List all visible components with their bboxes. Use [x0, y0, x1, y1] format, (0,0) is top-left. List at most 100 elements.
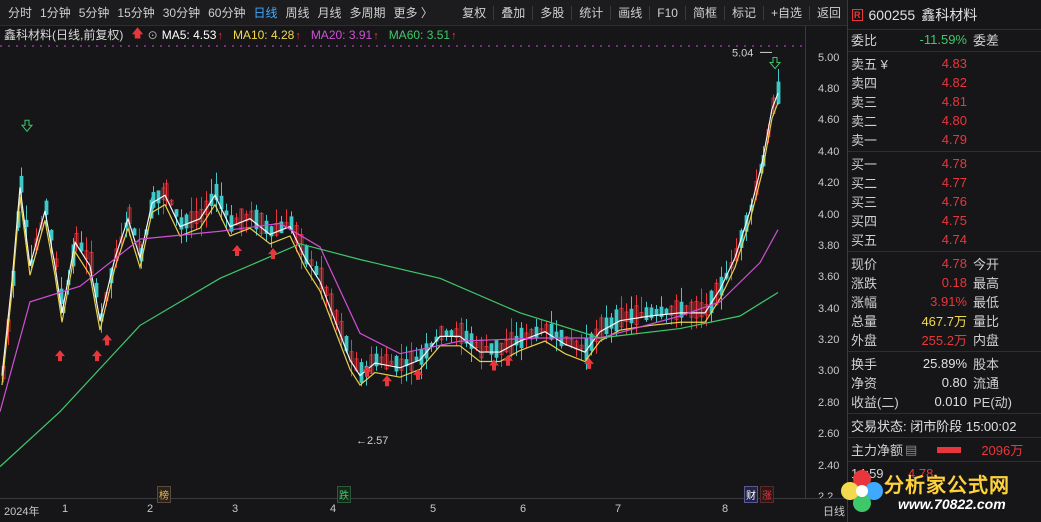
stats-value: 3.91% [930, 294, 967, 309]
buy-orders: 买一 4.78 买二 4.77 买三 4.76 买四 4.75 买五 4.74 [848, 154, 1041, 249]
tool-button-2[interactable]: 多股 [536, 0, 568, 26]
stats2-value: 0.80 [941, 375, 967, 390]
trade-status: 交易状态: 闭市阶段 15:00:02 [851, 419, 1017, 434]
buy-arrow-icon [92, 350, 102, 362]
weibi-label: 委比 [851, 33, 878, 48]
y-tick: 4.60 [818, 114, 840, 127]
weibi-row: 委比 -11.59% 委差 [848, 30, 1041, 49]
tab-5[interactable]: 60分钟 [204, 0, 249, 26]
tab-2[interactable]: 5分钟 [75, 0, 114, 26]
sells-label: 卖五 ¥ [851, 57, 888, 72]
x-label-year: 2024年 [4, 506, 40, 518]
stats-label2: 最高 [973, 276, 1000, 291]
down-arrow-icon[interactable]: 🡅 [131, 24, 143, 45]
logo-url: www.70822.com [898, 496, 1006, 512]
stats2-label2: 股本 [973, 357, 1000, 372]
stats2-value: 25.89% [922, 356, 967, 371]
zljr-row[interactable]: 主力净额 ▤ 2096万 [848, 440, 1041, 459]
buys-row[interactable]: 买一 4.78 [848, 154, 1041, 173]
candle-body [629, 308, 634, 324]
tool-button-6[interactable]: 简框 [689, 0, 721, 26]
tab-1[interactable]: 1分钟 [36, 0, 75, 26]
tab-0[interactable]: 分时 [4, 0, 36, 26]
candle-body [554, 331, 559, 339]
tool-button-7[interactable]: 标记 [728, 0, 760, 26]
buys-price: 4.74 [941, 232, 967, 247]
y-tick: 2.60 [818, 428, 840, 441]
x-label-8: 8 [722, 503, 729, 515]
stats2-label2: PE(动) [973, 395, 1013, 410]
sell-arrow-icon [20, 119, 34, 133]
tool-button-3[interactable]: 统计 [575, 0, 607, 26]
y-tick: 4.80 [818, 83, 840, 96]
sells-row[interactable]: 卖三 4.81 [848, 92, 1041, 111]
stats-row: 外盘 255.2万 内盘 [848, 330, 1041, 349]
sells-row[interactable]: 卖五 ¥ 4.83 [848, 54, 1041, 73]
tool-button-9[interactable]: 返回 [813, 0, 845, 26]
stats-value: 4.78 [941, 256, 967, 271]
sells-row[interactable]: 卖四 4.82 [848, 73, 1041, 92]
tab-9[interactable]: 多周期 [346, 0, 390, 26]
stats-block: 现价 4.78 今开 涨跌 0.18 最高 涨幅 3.91% 最低 总量 467.7万 量比 外盘 255… [848, 254, 1041, 349]
candle-body [444, 330, 449, 336]
candle-body [654, 308, 659, 316]
tool-button-0[interactable]: 复权 [458, 0, 490, 26]
tool-buttons: 复权 叠加 多股 统计 画线 F10 简框 标记 +自选 返回 [458, 0, 847, 26]
buys-row[interactable]: 买三 4.76 [848, 192, 1041, 211]
tab-7[interactable]: 周线 [281, 0, 313, 26]
ma60-line [0, 243, 779, 468]
separator [723, 5, 725, 20]
sells-label: 卖三 [851, 95, 878, 110]
event-badge-bang[interactable]: 榜 [157, 486, 171, 503]
tab-8[interactable]: 月线 [314, 0, 346, 26]
buys-row[interactable]: 买四 4.75 [848, 211, 1041, 230]
event-badge-die[interactable]: 跌 [337, 486, 351, 503]
x-label-2: 2 [147, 503, 154, 515]
stats-row: 涨跌 0.18 最高 [848, 273, 1041, 292]
sells-price: 4.80 [941, 113, 967, 128]
stats-label2: 内盘 [973, 333, 1000, 348]
y-tick: 3.80 [818, 239, 840, 252]
chart-svg[interactable]: 5.04 ←2.57 [0, 43, 805, 498]
ma5-label: MA5: 4.53↑ [161, 27, 223, 42]
candle-body [174, 209, 179, 217]
ma20-label: MA20: 3.91↑ [310, 27, 379, 42]
stock-header: R 600255 鑫科材料 [848, 0, 1041, 30]
tab-3[interactable]: 15分钟 [113, 0, 158, 26]
separator [808, 5, 810, 20]
candle-body [359, 362, 364, 383]
sell-arrow-icon [768, 57, 782, 70]
stats2-row: 换手 25.89% 股本 [848, 354, 1041, 373]
sells-price: 4.81 [941, 94, 967, 109]
sells-row[interactable]: 卖二 4.80 [848, 111, 1041, 130]
y-tick: 3.00 [818, 365, 840, 378]
tool-button-8[interactable]: +自选 [767, 0, 806, 26]
sells-price: 4.79 [941, 132, 967, 147]
chart-title[interactable]: 鑫科材料(日线,前复权) [4, 26, 123, 43]
low-annotation: ←2.57 [356, 435, 388, 447]
settings-icon[interactable]: ⊙ [148, 28, 158, 42]
y-tick: 4.40 [818, 145, 840, 158]
tab-4[interactable]: 30分钟 [159, 0, 204, 26]
candle-body [604, 317, 609, 335]
candle-body [449, 330, 454, 337]
tab-10[interactable]: 更多 〉 [390, 0, 437, 26]
sells-label: 卖二 [851, 114, 878, 129]
event-badge-zhang[interactable]: 涨 [760, 486, 774, 503]
candle-body [644, 307, 649, 321]
x-label-7: 7 [615, 503, 622, 515]
tool-button-1[interactable]: 叠加 [497, 0, 529, 26]
tool-button-4[interactable]: 画线 [614, 0, 646, 26]
candle-body [151, 192, 156, 208]
event-badge-cai[interactable]: 财 [744, 486, 758, 503]
quote-panel: R 600255 鑫科材料 委比 -11.59% 委差 卖五 ¥ 4.83 卖四 4.… [847, 0, 1041, 522]
buys-row[interactable]: 买二 4.77 [848, 173, 1041, 192]
sells-row[interactable]: 卖一 4.79 [848, 130, 1041, 149]
stats-label2: 量比 [973, 314, 1000, 329]
buys-price: 4.75 [941, 213, 967, 228]
candlestick-chart[interactable]: 5.04 ←2.57 [0, 43, 805, 498]
buys-row[interactable]: 买五 4.74 [848, 230, 1041, 249]
tab-6[interactable]: 日线 [249, 0, 281, 26]
tool-button-5[interactable]: F10 [653, 0, 682, 26]
candle-body [179, 217, 184, 230]
